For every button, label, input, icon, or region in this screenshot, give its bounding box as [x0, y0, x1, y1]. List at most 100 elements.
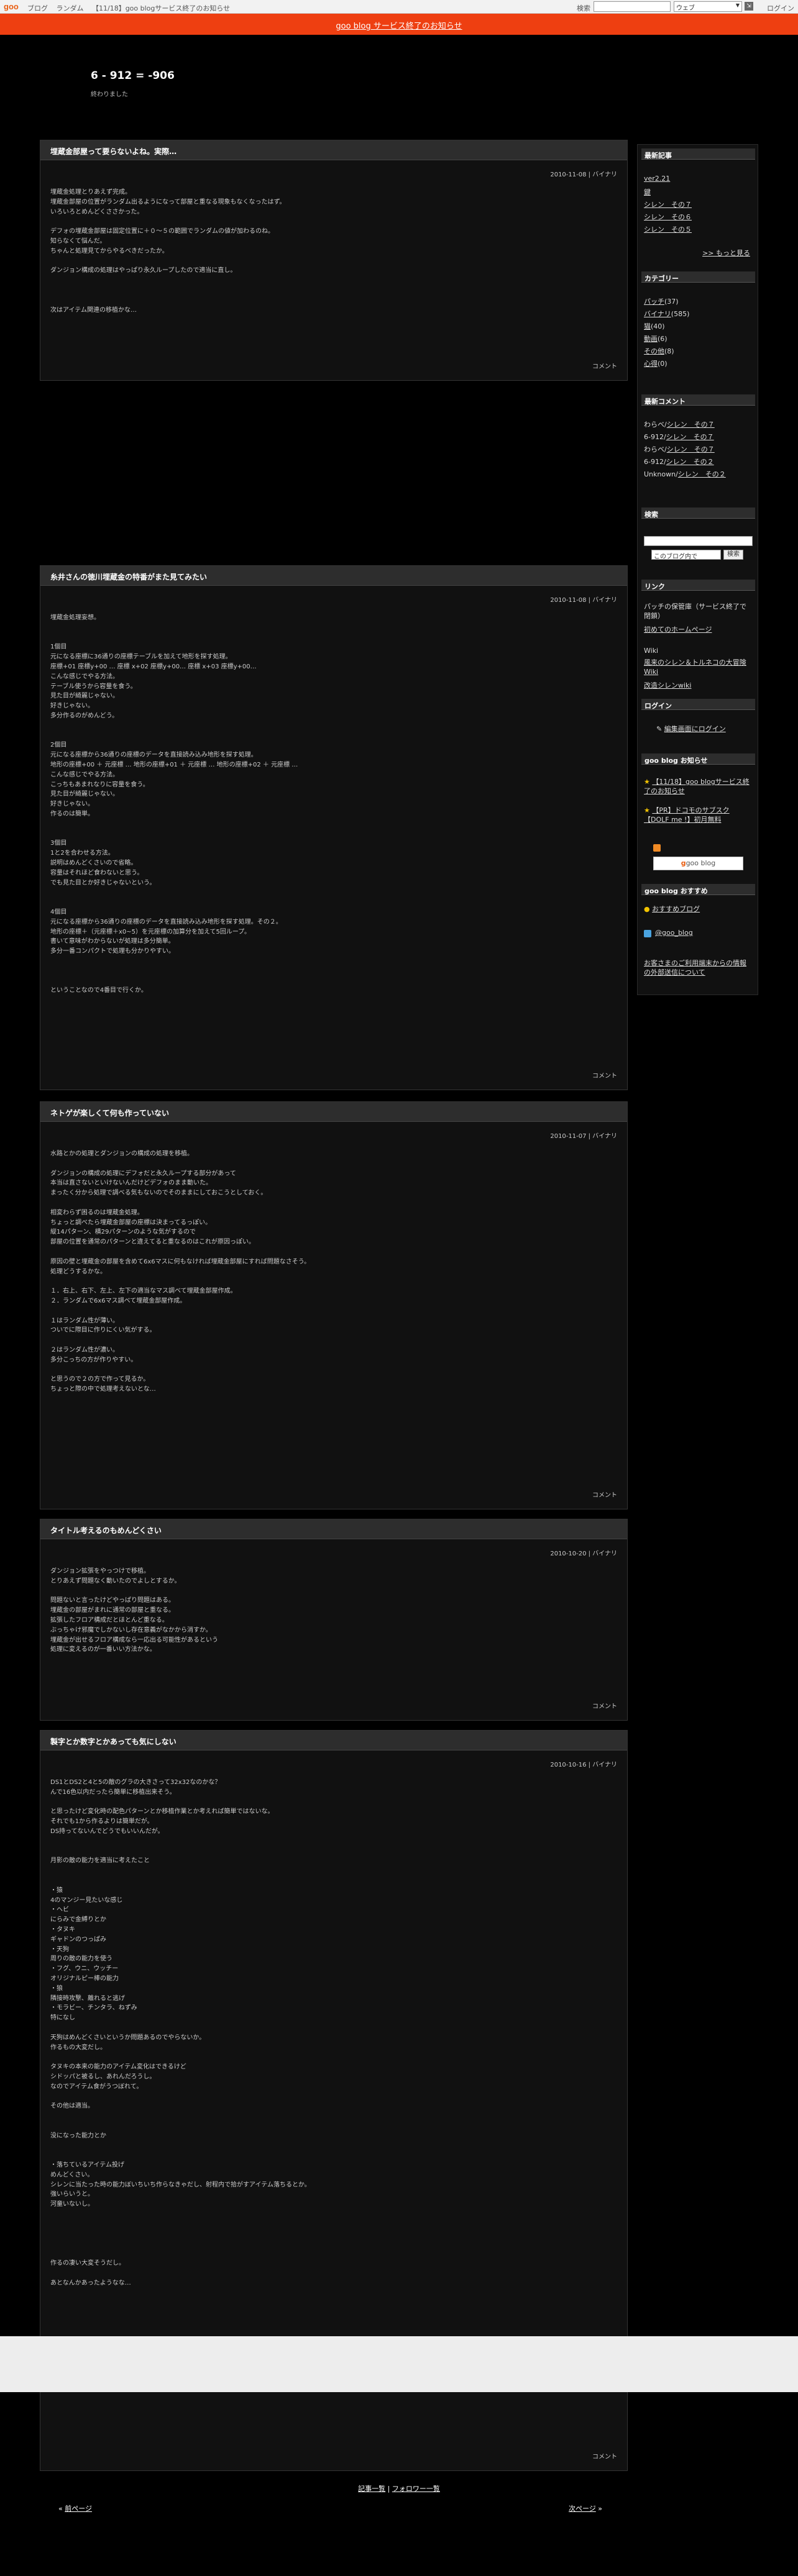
comment-user: Unknown/ [644, 470, 678, 478]
blog-post: タイトル考えるのもめんどくさい 2010-10-20 | バイナリ ダンジョン拡… [40, 1519, 628, 1721]
nav-notice-link[interactable]: 【11/18】goo blogサービス終了のお知らせ [92, 4, 230, 12]
recent-posts-heading: 最新記事 [641, 148, 755, 160]
links-heading: リンク [641, 580, 755, 591]
wiki-label: Wiki [644, 647, 659, 655]
comment-link[interactable]: コメント [592, 361, 617, 370]
top-bar: goo ブログ ランダム 【11/18】goo blogサービス終了のお知らせ … [0, 0, 798, 14]
category-link[interactable]: 猫 [644, 322, 651, 330]
search-heading: 検索 [641, 507, 755, 519]
post-meta: 2010-10-16 | バイナリ [550, 1762, 617, 1768]
prev-page: « 前ページ [58, 2505, 93, 2513]
blog-search-button[interactable]: 検索 [723, 550, 743, 560]
login-icon[interactable]: ⇲ [745, 2, 753, 11]
comment-link[interactable]: コメント [592, 1070, 617, 1080]
post-body: 水路とかの処理とダンジョンの構成の処理を移植。 ダンジョンの構成の処理にデフォだ… [50, 1150, 311, 1393]
search-label: 検索 [577, 4, 590, 12]
top-nav: ブログ ランダム 【11/18】goo blogサービス終了のお知らせ [27, 3, 236, 13]
lightbulb-icon: ● [644, 905, 653, 913]
footer-links: 記事一覧 | フォロワー一覧 [0, 2483, 798, 2493]
twitter-icon [644, 930, 651, 937]
blog-search-scope[interactable]: このブログ内で [651, 550, 721, 560]
comment-link[interactable]: コメント [592, 2451, 617, 2460]
blog-search-input[interactable] [644, 536, 753, 546]
site-title[interactable]: 6 - 912 = -906 [91, 70, 175, 82]
categories-heading: カテゴリー [641, 271, 755, 283]
top-search: 検索 ウェブ ▼ ⇲ ログイン [549, 1, 798, 12]
category-link[interactable]: その他 [644, 347, 664, 355]
prev-page-link[interactable]: 前ページ [65, 2505, 92, 2513]
links-intro: パッチの保管庫（サービス終了で閉鎖） [644, 603, 746, 620]
comment-post-link[interactable]: シレン その２ [678, 470, 726, 478]
recent-post-link[interactable]: 鍵 [644, 188, 651, 196]
nav-random-link[interactable]: ランダム [57, 4, 84, 12]
comment-user: 6-912/ [644, 433, 666, 441]
twitter-link[interactable]: @goo_blog [655, 929, 693, 937]
service-end-link[interactable]: goo blog サービス終了のお知らせ [336, 19, 462, 31]
comments-heading: 最新コメント [641, 394, 755, 406]
post-meta: 2010-11-08 | バイナリ [550, 171, 617, 178]
goo-blog-button[interactable]: ggoo blog [653, 857, 743, 870]
next-page-link[interactable]: 次ページ [569, 2505, 596, 2513]
post-meta: 2010-11-07 | バイナリ [550, 1133, 617, 1140]
recommend-link[interactable]: おすすめブログ [652, 905, 700, 913]
wiki-link[interactable]: 改造シレンwiki [644, 681, 691, 690]
top-search-input[interactable] [594, 1, 671, 12]
comment-post-link[interactable]: シレン その７ [667, 445, 715, 453]
news-link[interactable]: 【PR】ドコモのサブスク【DOLF me !】初月無料 [644, 806, 730, 824]
login-heading: ログイン [641, 699, 755, 710]
goo-logo[interactable]: goo [4, 2, 19, 11]
post-title[interactable]: 糸井さんの徳川埋蔵金の特番がまた見てみたい [40, 566, 627, 586]
recent-post-link[interactable]: シレン その５ [644, 225, 692, 234]
post-title[interactable]: 埋蔵金部屋って要らないよね。実際… [40, 140, 627, 160]
comment-link[interactable]: コメント [592, 1701, 617, 1710]
recent-post-link[interactable]: シレン その６ [644, 213, 692, 221]
wiki-link[interactable]: 風来のシレン＆トルネコの大冒険 Wiki [644, 658, 746, 676]
comment-user: わらベ/ [644, 445, 667, 453]
more-posts-link[interactable]: >> もっと見る [702, 248, 750, 258]
post-title[interactable]: タイトル考えるのもめんどくさい [40, 1519, 627, 1539]
post-body: DS1とDS2と4と5の敵のグラの大きさって32x32なのかな？ んで16色以内… [50, 1779, 311, 2287]
goo-mark: g [681, 859, 686, 867]
follower-list-link[interactable]: フォロワー一覧 [392, 2485, 440, 2493]
comment-link[interactable]: コメント [592, 1490, 617, 1499]
comment-post-link[interactable]: シレン その７ [666, 433, 714, 441]
search-scope-select[interactable]: ウェブ ▼ [674, 1, 742, 12]
post-body: ダンジョン拡張をやっつけで移植。 とりあえず問題なく動いたのでよしとするか。 問… [50, 1568, 218, 1654]
category-count: (6) [658, 335, 667, 343]
ad-overlay [0, 2336, 798, 2392]
post-list-link[interactable]: 記事一覧 [358, 2485, 385, 2493]
goo-blog-button-label: goo blog [686, 859, 716, 867]
footer-separator: | [385, 2485, 392, 2493]
recent-post-link[interactable]: ver2.21 [644, 175, 670, 183]
homepage-link[interactable]: 初めてのホームページ [644, 626, 712, 634]
info-link[interactable]: お客さまのご利用端末からの情報の外部送信について [644, 959, 746, 976]
news-link[interactable]: 【11/18】goo blogサービス終了のお知らせ [644, 778, 750, 795]
rss-icon[interactable] [653, 844, 661, 852]
site-subtitle: 終わりました [91, 91, 128, 98]
post-body: 埋蔵金処理妄想。 1個目 元になる座標に36通りの座標テーブルを加えて地形を探す… [50, 614, 298, 994]
edit-login-link[interactable]: 編集画面にログイン [664, 725, 726, 733]
login-link[interactable]: ログイン [767, 3, 794, 13]
pencil-icon: ✎ [656, 725, 664, 733]
blog-post: 糸井さんの徳川埋蔵金の特番がまた見てみたい 2010-11-08 | バイナリ … [40, 565, 628, 1090]
nav-blog-link[interactable]: ブログ [27, 4, 48, 12]
category-link[interactable]: バイナリ [644, 310, 671, 318]
category-link[interactable]: 動画 [644, 335, 658, 343]
category-count: (585) [671, 310, 690, 318]
sidebar: 最新記事 ver2.21 鍵 シレン その７ シレン その６ シレン その５ >… [637, 144, 758, 995]
post-title[interactable]: ネトゲが楽しくて何も作っていない [40, 1102, 627, 1122]
category-link[interactable]: 心得 [644, 360, 658, 368]
category-link[interactable]: パッチ [644, 298, 664, 306]
comment-post-link[interactable]: シレン その７ [667, 421, 715, 429]
comment-post-link[interactable]: シレン その２ [666, 458, 714, 466]
blog-post: 埋蔵金部屋って要らないよね。実際… 2010-11-08 | バイナリ 埋蔵金処… [40, 140, 628, 381]
category-count: (37) [664, 298, 679, 306]
next-page: 次ページ » [569, 2505, 603, 2513]
recent-post-link[interactable]: シレン その７ [644, 201, 692, 209]
post-body: 埋蔵金処理とりあえず完成。 埋蔵金部屋の位置がランダム出るようになって部屋と重な… [50, 189, 286, 314]
post-title[interactable]: 製字とか数字とかあっても気にしない [40, 1731, 627, 1750]
service-end-banner: goo blog サービス終了のお知らせ [0, 14, 798, 35]
post-meta: 2010-11-08 | バイナリ [550, 597, 617, 604]
category-count: (40) [651, 322, 665, 330]
search-scope-value: ウェブ [676, 5, 695, 12]
